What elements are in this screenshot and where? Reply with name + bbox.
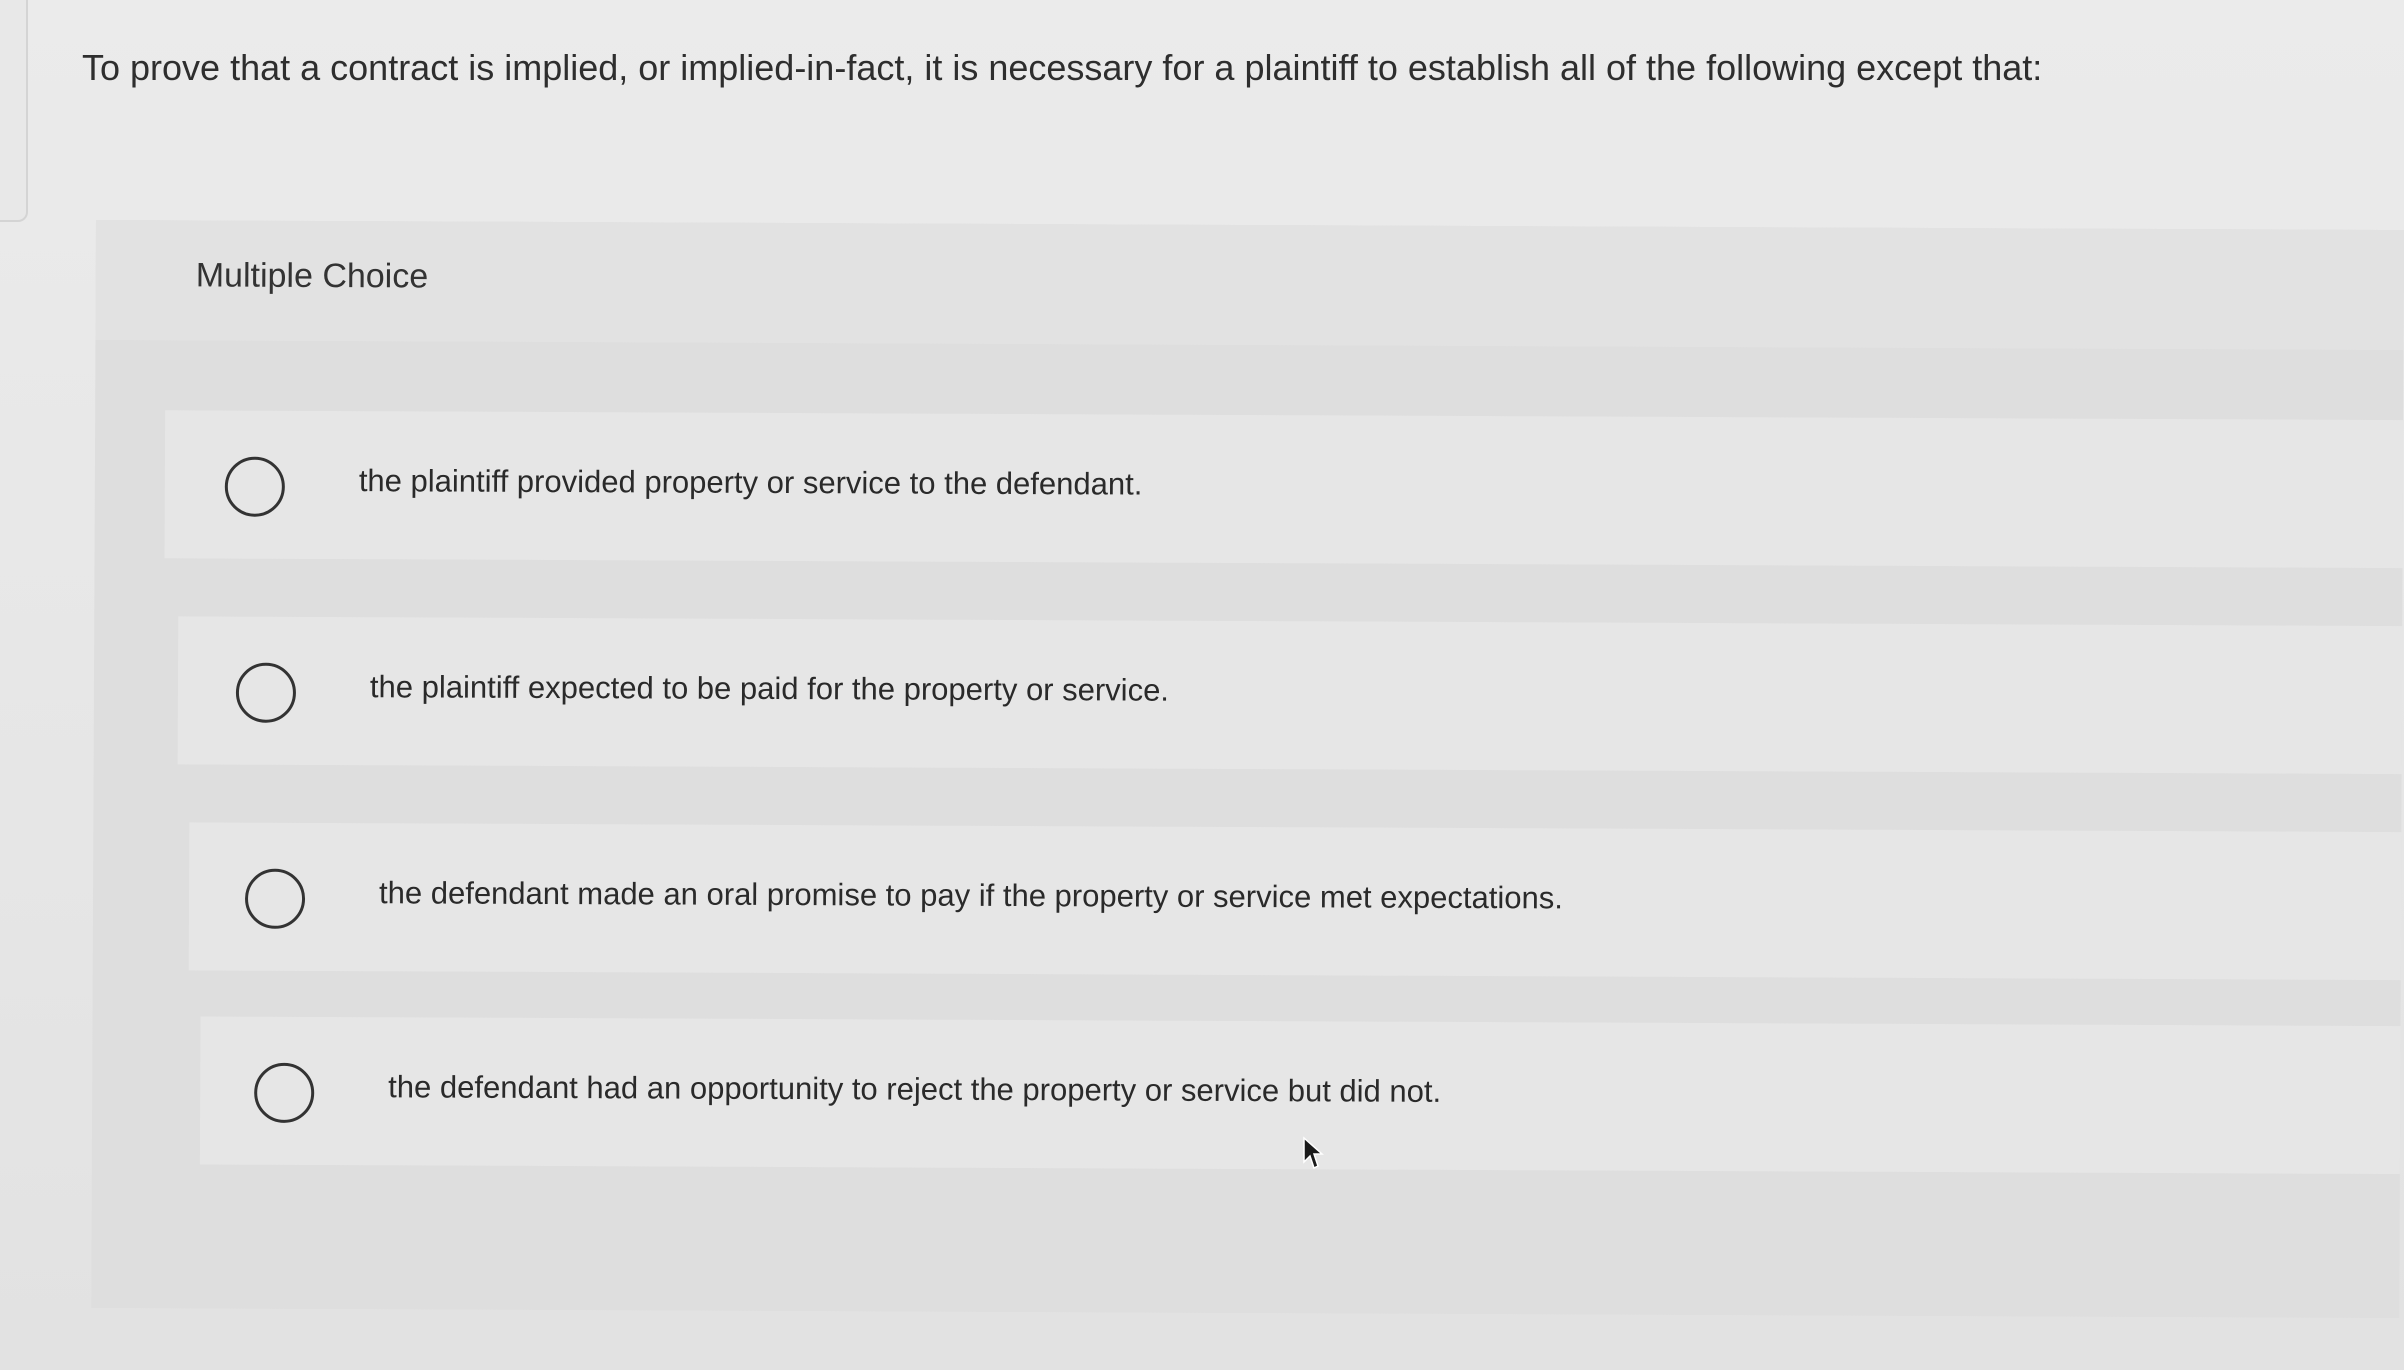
radio-circle-icon[interactable] <box>244 868 306 929</box>
answer-option-1[interactable]: the plaintiff provided property or servi… <box>164 410 2404 569</box>
answer-option-4[interactable]: the defendant had an opportunity to reje… <box>199 1016 2401 1175</box>
radio-circle-icon[interactable] <box>254 1062 315 1123</box>
multiple-choice-label: Multiple Choice <box>195 256 429 296</box>
question-prompt: To prove that a contract is implied, or … <box>82 47 2043 88</box>
radio-circle-icon[interactable] <box>235 662 297 723</box>
answer-option-text: the defendant had an opportunity to reje… <box>388 1069 1442 1109</box>
radio-circle-icon[interactable] <box>224 456 285 517</box>
multiple-choice-header: Multiple Choice <box>95 220 2404 351</box>
mouse-pointer-icon <box>1303 1136 1324 1170</box>
answer-option-text: the defendant made an oral promise to pa… <box>378 875 1563 916</box>
left-panel-edge <box>0 0 28 222</box>
answer-options: the plaintiff provided property or servi… <box>164 410 2404 1175</box>
answer-option-text: the plaintiff expected to be paid for th… <box>369 669 1170 708</box>
answer-option-2[interactable]: the plaintiff expected to be paid for th… <box>177 616 2403 775</box>
answer-option-text: the plaintiff provided property or servi… <box>358 463 1143 502</box>
page: To prove that a contract is implied, or … <box>0 0 2404 1370</box>
answer-option-3[interactable]: the defendant made an oral promise to pa… <box>188 822 2402 981</box>
multiple-choice-panel: Multiple Choice the plaintiff provided p… <box>91 220 2404 1319</box>
